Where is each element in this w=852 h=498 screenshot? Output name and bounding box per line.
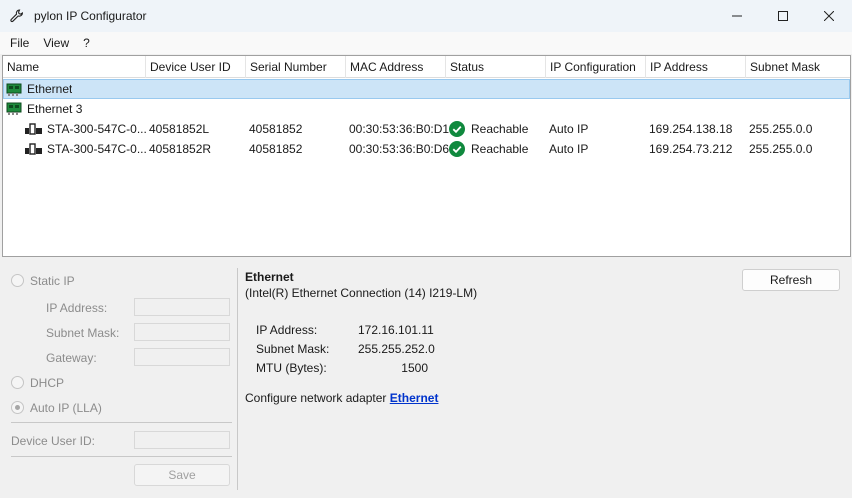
subnet-mask-label: Subnet Mask: — [46, 326, 120, 340]
device-row[interactable]: STA-300-547C-0... 40581852L 40581852 00:… — [3, 119, 850, 139]
check-circle-icon — [449, 141, 465, 157]
serial-number: 40581852 — [249, 122, 303, 136]
status: Reachable — [471, 142, 529, 156]
ip-address-label: IP Address: — [46, 301, 108, 315]
device-list[interactable]: Name Device User ID Serial Number MAC Ad… — [2, 55, 851, 257]
check-circle-icon — [449, 121, 465, 137]
column-subnet-mask[interactable]: Subnet Mask — [746, 56, 850, 78]
ip-address-input[interactable] — [134, 298, 230, 316]
wrench-icon — [9, 8, 25, 24]
ip-address: 169.254.73.212 — [649, 142, 733, 156]
column-status[interactable]: Status — [446, 56, 546, 78]
device-name: STA-300-547C-0... — [47, 142, 147, 156]
device-row[interactable]: STA-300-547C-0... 40581852R 40581852 00:… — [3, 139, 850, 159]
maximize-button[interactable] — [760, 0, 806, 32]
mac-address: 00:30:53:36:B0:D1 — [349, 122, 450, 136]
ip-configuration: Auto IP — [549, 122, 589, 136]
adapter-subnet-label: Subnet Mask: — [256, 342, 330, 356]
title-bar: pylon IP Configurator — [0, 0, 852, 32]
gateway-input[interactable] — [134, 348, 230, 366]
static-ip-label: Static IP — [30, 274, 75, 288]
menu-view[interactable]: View — [36, 32, 76, 54]
ip-configuration: Auto IP — [549, 142, 589, 156]
subnet-mask: 255.255.0.0 — [749, 142, 813, 156]
minimize-button[interactable] — [714, 0, 760, 32]
column-mac-address[interactable]: MAC Address — [346, 56, 446, 78]
device-user-id: 40581852R — [149, 142, 212, 156]
device-name: STA-300-547C-0... — [47, 122, 147, 136]
adapter-ip-label: IP Address: — [256, 323, 318, 337]
adapter-ip-value: 172.16.101.11 — [358, 323, 434, 337]
subnet-mask-input[interactable] — [134, 323, 230, 341]
adapter-name: Ethernet — [27, 82, 73, 96]
camera-icon — [25, 123, 43, 135]
adapter-info-description: (Intel(R) Ethernet Connection (14) I219-… — [245, 286, 478, 300]
menu-bar: File View ? — [0, 32, 852, 54]
ip-address: 169.254.138.18 — [649, 122, 733, 136]
close-button[interactable] — [806, 0, 852, 32]
column-ip-address[interactable]: IP Address — [646, 56, 746, 78]
adapter-row-ethernet-3[interactable]: Ethernet 3 — [3, 99, 850, 119]
auto-ip-radio[interactable] — [11, 401, 24, 414]
bottom-panel: Static IP IP Address: Subnet Mask: Gatew… — [0, 258, 852, 498]
column-device-user-id[interactable]: Device User ID — [146, 56, 246, 78]
adapter-name: Ethernet 3 — [27, 102, 83, 116]
network-card-icon — [6, 102, 22, 116]
gateway-label: Gateway: — [46, 351, 97, 365]
column-name[interactable]: Name — [3, 56, 146, 78]
dhcp-label: DHCP — [30, 376, 65, 390]
adapter-row-ethernet[interactable]: Ethernet — [3, 79, 850, 99]
subnet-mask: 255.255.0.0 — [749, 122, 813, 136]
menu-file[interactable]: File — [0, 32, 36, 54]
refresh-button[interactable]: Refresh — [742, 269, 840, 291]
adapter-mtu-value: 1500 — [401, 361, 428, 375]
device-user-id: 40581852L — [149, 122, 210, 136]
adapter-info-name: Ethernet — [245, 270, 294, 284]
configure-adapter-link[interactable]: Ethernet — [390, 391, 439, 405]
camera-icon — [25, 143, 43, 155]
adapter-mtu-label: MTU (Bytes): — [256, 361, 327, 375]
status: Reachable — [471, 122, 529, 136]
device-user-id-label: Device User ID: — [11, 434, 96, 448]
static-ip-radio[interactable] — [11, 274, 24, 287]
column-serial-number[interactable]: Serial Number — [246, 56, 346, 78]
mac-address: 00:30:53:36:B0:D6 — [349, 142, 450, 156]
menu-help[interactable]: ? — [76, 32, 97, 54]
divider — [11, 422, 232, 423]
column-ip-configuration[interactable]: IP Configuration — [546, 56, 646, 78]
dhcp-radio[interactable] — [11, 376, 24, 389]
network-card-icon — [6, 83, 22, 97]
divider — [11, 456, 232, 457]
configure-adapter-text: Configure network adapter Ethernet — [245, 391, 438, 405]
window-title: pylon IP Configurator — [34, 9, 147, 23]
save-button[interactable]: Save — [134, 464, 230, 486]
adapter-subnet-value: 255.255.252.0 — [358, 342, 435, 356]
serial-number: 40581852 — [249, 142, 303, 156]
auto-ip-label: Auto IP (LLA) — [30, 401, 102, 415]
device-user-id-input[interactable] — [134, 431, 230, 449]
configure-adapter-label: Configure network adapter — [245, 391, 387, 405]
panel-divider — [237, 268, 238, 490]
column-header: Name Device User ID Serial Number MAC Ad… — [3, 56, 850, 78]
